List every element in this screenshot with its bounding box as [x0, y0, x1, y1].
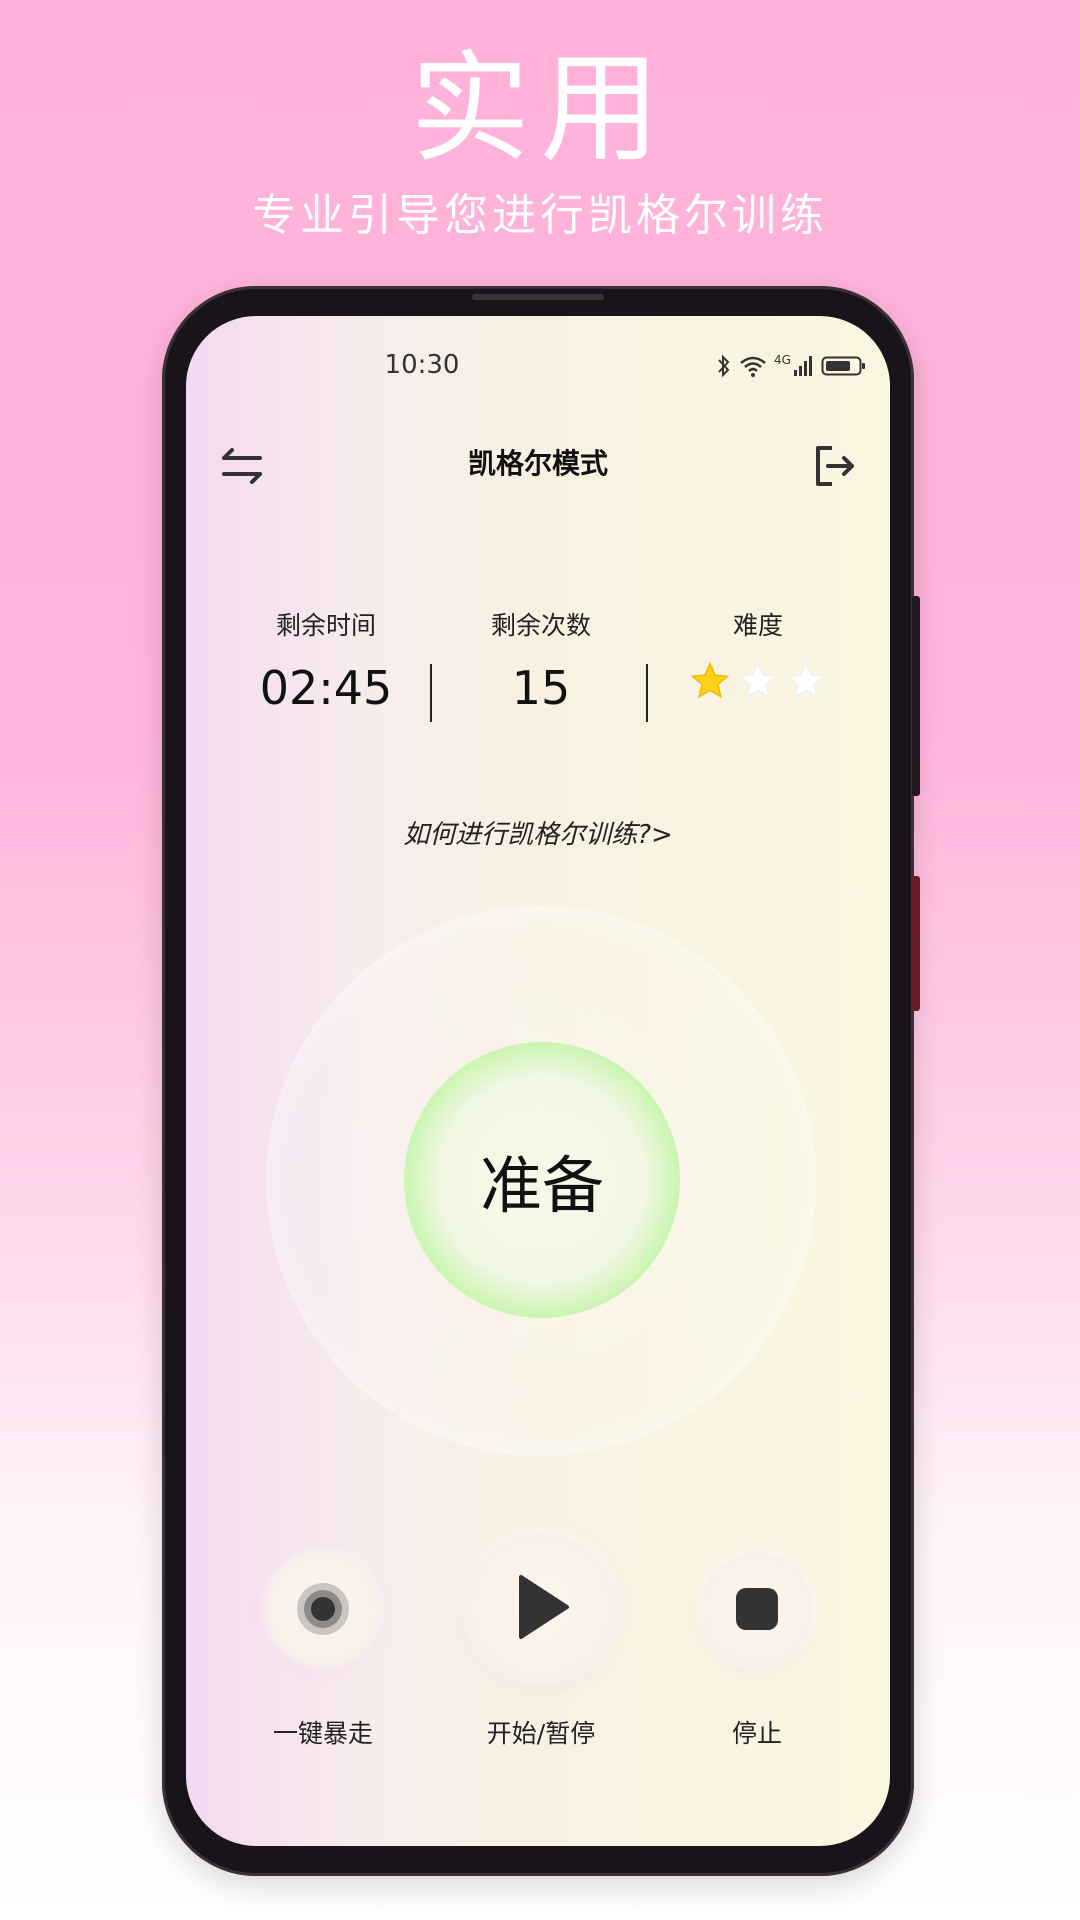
stop-icon [736, 1588, 778, 1630]
phone-frame: 10:30 4G 凯格尔模式 剩余时间 02:45 剩余次数 15 难度 如何进… [162, 286, 920, 1876]
rampage-label: 一键暴走 [272, 1719, 373, 1748]
stop-label: 停止 [731, 1719, 782, 1748]
status-icons: 4G [716, 352, 867, 380]
battery-icon [821, 356, 865, 376]
bluetooth-icon [718, 354, 730, 378]
play-icon [519, 1575, 569, 1639]
ready-button[interactable]: 准备 [404, 1042, 680, 1318]
remaining-count-label: 剩余次数 [490, 611, 591, 640]
difficulty-label: 难度 [732, 611, 783, 640]
exit-button[interactable] [808, 440, 860, 492]
difficulty-stat: 难度 [668, 608, 848, 702]
promo-subtitle: 专业引导您进行凯格尔训练 [252, 190, 828, 241]
how-to-train-link[interactable]: 如何进行凯格尔训练?> [186, 814, 890, 851]
wifi-icon [740, 356, 766, 377]
app-screen: 10:30 4G 凯格尔模式 剩余时间 02:45 剩余次数 15 难度 如何进… [186, 316, 890, 1846]
stop-button[interactable] [700, 1552, 814, 1666]
stat-divider [646, 664, 648, 722]
vibration-icon [297, 1583, 349, 1635]
remaining-time-value: 02:45 [259, 661, 393, 715]
signal-4g-icon [793, 356, 812, 376]
speaker-grille [472, 294, 604, 300]
difficulty-stars[interactable] [668, 660, 848, 702]
volume-button [912, 596, 920, 796]
remaining-time-label: 剩余时间 [275, 611, 376, 640]
play-pause-button[interactable] [466, 1532, 616, 1682]
signal-4g-label: 4G [774, 353, 791, 367]
stat-divider [430, 664, 432, 722]
status-time: 10:30 [384, 350, 460, 380]
promo-title: 实用 [410, 40, 670, 179]
remaining-time-stat: 剩余时间 02:45 [236, 608, 416, 720]
ready-label: 准备 [479, 1149, 604, 1222]
star-empty-icon [786, 661, 826, 699]
play-pause-label: 开始/暂停 [486, 1719, 596, 1748]
rampage-button[interactable] [266, 1552, 380, 1666]
remaining-count-stat: 剩余次数 15 [451, 608, 631, 720]
power-button [912, 876, 920, 1011]
page-title: 凯格尔模式 [467, 447, 608, 480]
logout-icon [816, 446, 854, 486]
star-empty-icon [738, 661, 778, 699]
remaining-count-value: 15 [511, 661, 571, 715]
star-filled-icon [690, 661, 730, 699]
